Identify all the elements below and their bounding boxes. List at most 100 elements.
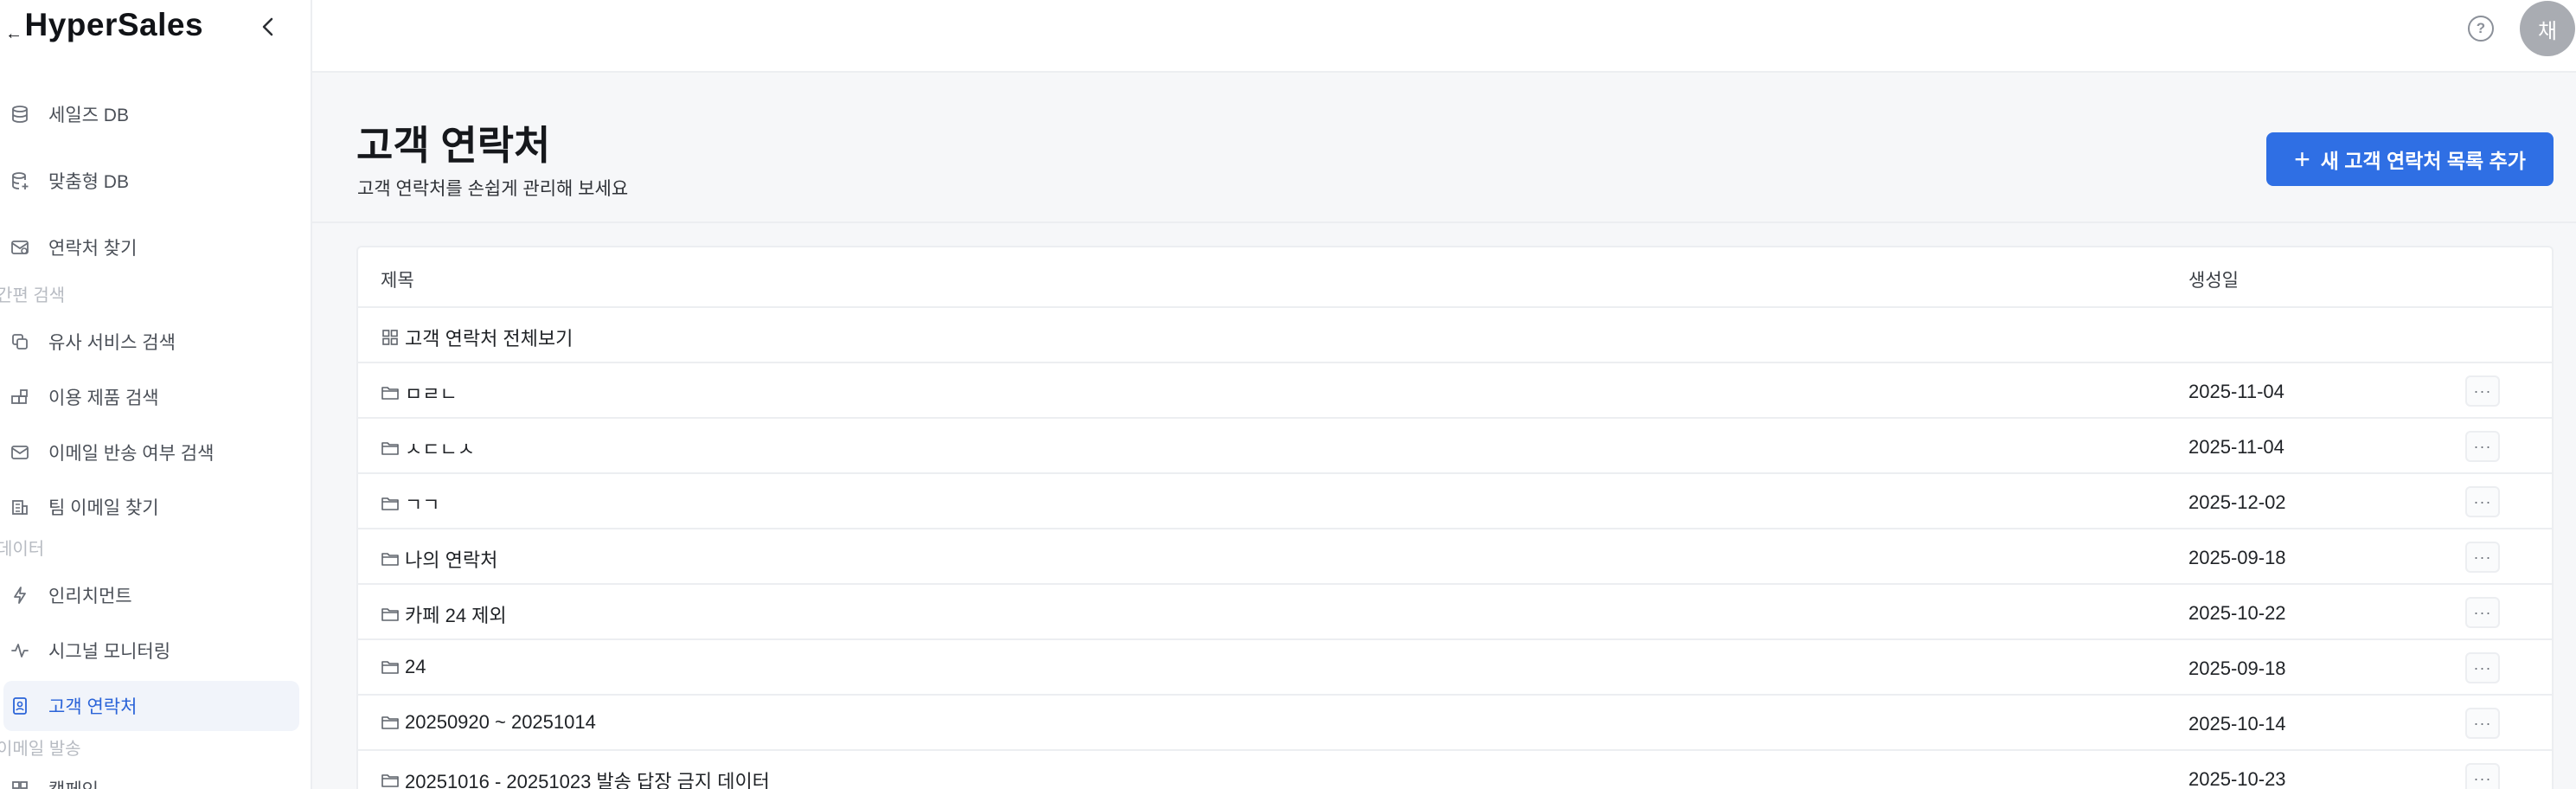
add-contact-list-label: 새 고객 연락처 목록 추가 xyxy=(2320,150,2526,172)
sidebar-item-email-bounce-search[interactable]: 이메일 반송 여부 검색 xyxy=(3,427,299,478)
row-title-cell: 20251016 - 20251023 발송 답장 금지 데이터 xyxy=(381,767,770,789)
help-icon[interactable]: ? xyxy=(2468,16,2494,42)
blocks-icon xyxy=(10,388,29,407)
folder-icon xyxy=(381,605,400,624)
row-title-cell: ㅁㄹㄴ xyxy=(381,379,458,407)
activity-icon xyxy=(10,641,29,660)
collapse-sidebar-button[interactable] xyxy=(253,12,283,42)
sidebar-item-label: 캠페인 xyxy=(48,776,99,789)
row-date: 2025-11-04 xyxy=(2188,381,2284,402)
sidebar-item-label: 세일즈 DB xyxy=(48,106,129,125)
row-title: 고객 연락처 전체보기 xyxy=(405,328,574,350)
sidebar-item-signal-monitoring[interactable]: 시그널 모니터링 xyxy=(3,625,299,676)
sidebar-item-label: 인리치먼트 xyxy=(48,587,132,606)
row-more-button[interactable]: ··· xyxy=(2465,542,2500,573)
mail-search-icon xyxy=(10,238,29,257)
row-more-button[interactable]: ··· xyxy=(2465,652,2500,683)
plus-icon: + xyxy=(2294,144,2310,175)
mail-icon xyxy=(10,443,29,462)
avatar[interactable]: 채 xyxy=(2520,1,2575,56)
sidebar-item-label: 시그널 모니터링 xyxy=(48,642,171,662)
row-date: 2025-10-22 xyxy=(2188,602,2286,624)
add-contact-list-button[interactable]: + 새 고객 연락처 목록 추가 xyxy=(2266,132,2554,186)
table-row-view-all[interactable]: 고객 연락처 전체보기 xyxy=(358,308,2552,363)
row-date: 2025-09-18 xyxy=(2188,658,2286,679)
folder-icon xyxy=(381,549,400,568)
grid-icon xyxy=(10,779,29,789)
row-more-button[interactable]: ··· xyxy=(2465,597,2500,628)
row-more-button[interactable]: ··· xyxy=(2465,375,2500,407)
table-row[interactable]: 24 2025-09-18 ··· xyxy=(358,640,2552,696)
brand-name: HyperSales xyxy=(24,7,204,42)
sidebar-item-customer-contacts[interactable]: 고객 연락처 xyxy=(3,681,299,731)
sidebar-item-label: 맞춤형 DB xyxy=(48,172,129,192)
row-title: 24 xyxy=(405,656,426,677)
row-title-cell: ㅅㄷㄴㅅ xyxy=(381,434,475,462)
section-label-quick-search: 간편 검색 xyxy=(0,286,66,305)
sidebar-item-enrichment[interactable]: 인리치먼트 xyxy=(3,570,299,620)
row-more-button[interactable]: ··· xyxy=(2465,431,2500,462)
row-more-button[interactable]: ··· xyxy=(2465,708,2500,739)
row-title-cell: 나의 연락처 xyxy=(381,545,497,573)
building-icon xyxy=(10,497,29,516)
row-date: 2025-10-23 xyxy=(2188,768,2286,789)
folder-icon xyxy=(381,771,400,789)
table-row[interactable]: ㅁㄹㄴ 2025-11-04 ··· xyxy=(358,363,2552,419)
sidebar-item-similar-service-search[interactable]: 유사 서비스 검색 xyxy=(3,317,299,367)
logo-arrow-icon: ← xyxy=(5,24,23,43)
logo-row: ←HyperSales xyxy=(0,0,311,55)
table-row[interactable]: 카페 24 제외 2025-10-22 ··· xyxy=(358,585,2552,640)
sidebar-item-campaign[interactable]: 캠페인 xyxy=(3,764,299,789)
table-row[interactable]: 20251016 - 20251023 발송 답장 금지 데이터 2025-10… xyxy=(358,751,2552,789)
row-title-cell: 24 xyxy=(381,656,426,678)
row-more-button[interactable]: ··· xyxy=(2465,486,2500,517)
database-icon xyxy=(10,105,29,124)
folder-icon xyxy=(381,494,400,513)
folder-icon xyxy=(381,658,400,677)
row-title: 나의 연락처 xyxy=(405,549,498,571)
brand-logo[interactable]: ←HyperSales xyxy=(5,7,203,43)
sidebar-item-label: 연락처 찾기 xyxy=(48,239,138,259)
row-title: ㅁㄹㄴ xyxy=(405,383,458,405)
sidebar-item-label: 이메일 반송 여부 검색 xyxy=(48,444,215,464)
column-header-created[interactable]: 생성일 xyxy=(2188,266,2239,292)
sidebar-item-label: 이용 제품 검색 xyxy=(48,388,159,408)
row-title-cell: 20250920 ~ 20251014 xyxy=(381,711,596,734)
row-title: 20250920 ~ 20251014 xyxy=(405,711,596,733)
sidebar: ←HyperSales 세일즈 DB 맞춤형 DB 연락처 찾기 간편 검색 유… xyxy=(0,0,312,789)
column-header-title[interactable]: 제목 xyxy=(381,266,414,292)
row-date: 2025-09-18 xyxy=(2188,547,2286,568)
row-title: 카페 24 제외 xyxy=(405,605,507,626)
row-title: ㄱㄱ xyxy=(405,494,440,516)
row-more-button[interactable]: ··· xyxy=(2465,763,2500,789)
sidebar-item-label: 유사 서비스 검색 xyxy=(48,333,176,353)
sidebar-item-find-contacts[interactable]: 연락처 찾기 xyxy=(3,222,299,273)
sidebar-item-custom-db[interactable]: 맞춤형 DB xyxy=(3,156,299,206)
top-bar xyxy=(312,0,2576,73)
sidebar-item-label: 팀 이메일 찾기 xyxy=(48,498,159,518)
header-divider xyxy=(312,221,2576,223)
contact-lists-table: 제목 생성일 고객 연락처 전체보기 ㅁㄹㄴ 2025-11-04 ··· ㅅㄷ… xyxy=(356,246,2554,789)
section-label-data: 데이터 xyxy=(0,540,45,559)
table-row[interactable]: 20250920 ~ 20251014 2025-10-14 ··· xyxy=(358,696,2552,751)
table-header: 제목 생성일 xyxy=(358,247,2552,308)
row-title-cell: 카페 24 제외 xyxy=(381,600,507,628)
folder-icon xyxy=(381,713,400,732)
table-row[interactable]: ㄱㄱ 2025-12-02 ··· xyxy=(358,474,2552,529)
contact-book-icon xyxy=(10,696,29,715)
row-date: 2025-12-02 xyxy=(2188,491,2286,513)
database-plus-icon xyxy=(10,171,29,190)
sidebar-item-product-usage-search[interactable]: 이용 제품 검색 xyxy=(3,372,299,422)
sidebar-item-sales-db[interactable]: 세일즈 DB xyxy=(3,89,299,139)
copy-icon xyxy=(10,332,29,351)
row-date: 2025-10-14 xyxy=(2188,713,2286,734)
table-row[interactable]: 나의 연락처 2025-09-18 ··· xyxy=(358,529,2552,585)
page-subtitle: 고객 연락처를 손쉽게 관리해 보세요 xyxy=(357,179,629,199)
row-title: ㅅㄷㄴㅅ xyxy=(405,439,475,460)
row-title: 20251016 - 20251023 발송 답장 금지 데이터 xyxy=(405,771,770,789)
sidebar-item-team-email-finder[interactable]: 팀 이메일 찾기 xyxy=(3,482,299,532)
row-date: 2025-11-04 xyxy=(2188,436,2284,458)
table-row[interactable]: ㅅㄷㄴㅅ 2025-11-04 ··· xyxy=(358,419,2552,474)
grid-icon xyxy=(381,328,400,347)
folder-icon xyxy=(381,383,400,402)
